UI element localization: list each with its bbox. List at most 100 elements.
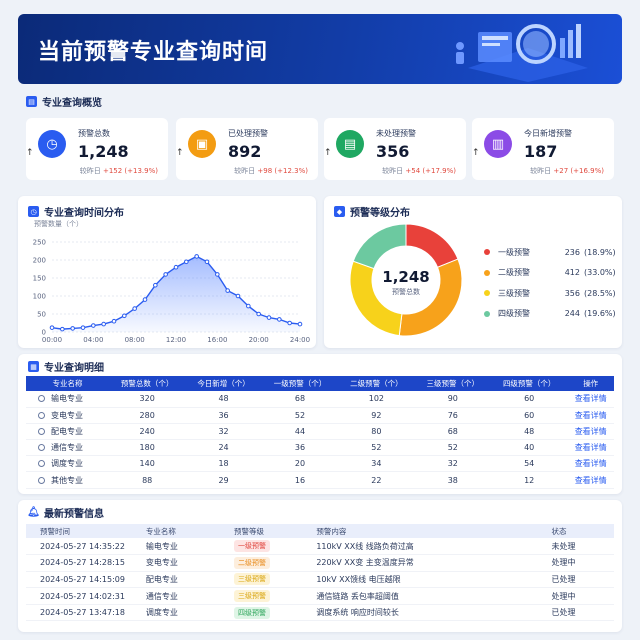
kpi-compare: 较昨日 +54 (+17.9%) — [382, 166, 456, 176]
kpi-compare: 较昨日 +152 (+13.9%) — [80, 166, 158, 176]
cell-name: 输电专业 — [26, 391, 109, 408]
latest-header: 🔔︎ 最新预警信息 — [27, 505, 104, 520]
detail-header: ▦ 专业查询明细 — [28, 359, 104, 374]
column-header: 一级预警（个） — [261, 376, 339, 391]
level-legend: 一级预警 236 (18.9%) 二级预警 412 (33.0%) 三级预警 356 (28.5… — [484, 242, 619, 324]
table-row: 通信专业 180 24 36 52 52 40 查看详情 — [26, 439, 614, 457]
table-header-row: 预警时间 专业名称 预警等级 预警内容 状态 — [26, 524, 614, 538]
table-cell: 52 — [261, 407, 339, 424]
view-details-link[interactable]: 查看详情 — [567, 391, 614, 408]
status-badge: 已处理 — [537, 604, 614, 622]
specialty-name: 通信专业 — [51, 443, 83, 453]
view-details-link[interactable]: 查看详情 — [567, 455, 614, 473]
clock-icon: ◷ — [38, 130, 66, 158]
legend-pct: (18.9%) — [584, 247, 616, 257]
table-cell: 80 — [338, 423, 415, 441]
view-details-link[interactable]: 查看详情 — [567, 407, 614, 424]
kpi-delta: +152 — [102, 167, 123, 175]
view-details-link[interactable]: 查看详情 — [567, 439, 614, 457]
legend-name: 一级预警 — [498, 247, 530, 257]
kpi-label: 未处理预警 — [376, 129, 416, 138]
legend-value: 244 — [564, 309, 580, 319]
table-cell: 10kV XX馈线 电压越限 — [302, 571, 538, 589]
data-point — [70, 326, 75, 331]
data-point — [101, 321, 106, 327]
table-cell: 2024-05-27 13:47:18 — [26, 604, 132, 622]
column-header: 四级预警（个） — [490, 376, 568, 391]
legend-name: 二级预警 — [498, 268, 530, 278]
table-cell: 48 — [185, 391, 262, 408]
level-badge: 三级预警 — [234, 573, 271, 586]
legend-name: 三级预警 — [498, 288, 530, 298]
latest-title: 最新预警信息 — [44, 509, 104, 520]
x-tick-label: 12:00 — [166, 336, 186, 344]
column-header: 专业名称 — [131, 524, 221, 538]
column-header: 专业名称 — [26, 376, 109, 391]
specialty-icon — [38, 411, 45, 419]
table-cell: 36 — [185, 407, 262, 424]
table-cell: 280 — [108, 407, 186, 424]
status-badge: 已处理 — [537, 571, 614, 589]
data-point — [173, 264, 179, 270]
table-icon: ▦ — [28, 361, 39, 372]
y-tick-label: 150 — [33, 275, 46, 283]
data-point — [204, 259, 210, 265]
table-cell: 16 — [261, 471, 339, 489]
data-point — [163, 272, 168, 277]
data-point — [142, 297, 148, 302]
specialty-icon — [38, 444, 45, 452]
kpi-compare-label: 较昨日 — [530, 167, 552, 175]
table-cell: 输电专业 — [131, 538, 221, 556]
column-header: 二级预警（个） — [338, 376, 415, 391]
y-tick-label: 50 — [37, 311, 46, 319]
kpi-delta: +27 — [553, 167, 569, 175]
view-details-link[interactable]: 查看详情 — [567, 423, 614, 441]
table-cell: 320 — [108, 391, 186, 408]
specialty-icon — [38, 460, 45, 468]
table-cell: 140 — [108, 455, 186, 473]
time-distribution-card: ◷ 专业查询时间分布 预警数量（个） 0 50 100 150 200 250 00:00 04… — [18, 196, 316, 348]
table-row: 输电专业 320 48 68 102 90 60 查看详情 — [26, 391, 614, 408]
legend-item: 二级预警 412 (33.0%) — [484, 263, 619, 284]
data-point — [266, 315, 272, 320]
table-row: 配电专业 240 32 44 80 68 48 查看详情 — [26, 423, 614, 441]
level-distribution-card: ◆ 预警等级分布 1,248 预警总数 一级预警 236 (18.9%) 二级预警 412… — [324, 196, 622, 348]
data-point — [287, 320, 292, 326]
data-point — [246, 303, 251, 309]
kpi-compare: 较昨日 +27 (+16.9%) — [530, 166, 604, 176]
level-cell: 一级预警 — [220, 538, 303, 556]
data-point — [194, 254, 199, 259]
kpi-compare-label: 较昨日 — [79, 167, 101, 175]
legend-pct: (19.6%) — [584, 309, 616, 319]
table-row: 变电专业 280 36 52 92 76 60 查看详情 — [26, 407, 614, 424]
trend-up-icon: ↑ — [176, 148, 184, 158]
x-tick-label: 04:00 — [83, 336, 103, 344]
column-header: 今日新增（个） — [185, 376, 262, 391]
specialty-icon — [38, 395, 45, 403]
data-point — [49, 325, 55, 330]
specialty-name: 配电专业 — [51, 426, 83, 436]
latest-table: 预警时间 专业名称 预警等级 预警内容 状态 2024-05-27 14:35:22 输电专… — [26, 524, 614, 622]
donut-center-label: 预警总数 — [392, 287, 420, 296]
data-point — [225, 288, 230, 293]
column-header: 预警时间 — [26, 524, 132, 538]
column-header: 预警等级 — [220, 524, 303, 538]
table-row: 调度专业 140 18 20 34 32 54 查看详情 — [26, 455, 614, 473]
status-badge: 处理中 — [537, 554, 614, 572]
table-cell: 52 — [338, 439, 415, 457]
table-cell: 88 — [108, 471, 186, 489]
legend-swatch — [484, 310, 490, 317]
overview-title: 专业查询概览 — [42, 98, 102, 109]
column-header: 操作 — [567, 376, 614, 391]
legend-name: 四级预警 — [498, 309, 530, 319]
table-cell: 配电专业 — [131, 571, 221, 589]
table-cell: 110kV XX线 线路负荷过高 — [302, 538, 538, 556]
detail-card: ▦ 专业查询明细 专业名称 预警总数（个） 今日新增（个） 一级预警（个） 二级预警（个… — [18, 354, 622, 494]
overview-icon: ▤ — [26, 96, 37, 107]
trend-up-icon: ↑ — [26, 148, 34, 158]
specialty-name: 调度专业 — [51, 459, 83, 469]
legend-pct: (28.5%) — [584, 288, 616, 298]
kpi-delta: +98 — [257, 167, 273, 175]
view-details-link[interactable]: 查看详情 — [567, 471, 614, 489]
level-cell: 三级预警 — [220, 571, 303, 589]
